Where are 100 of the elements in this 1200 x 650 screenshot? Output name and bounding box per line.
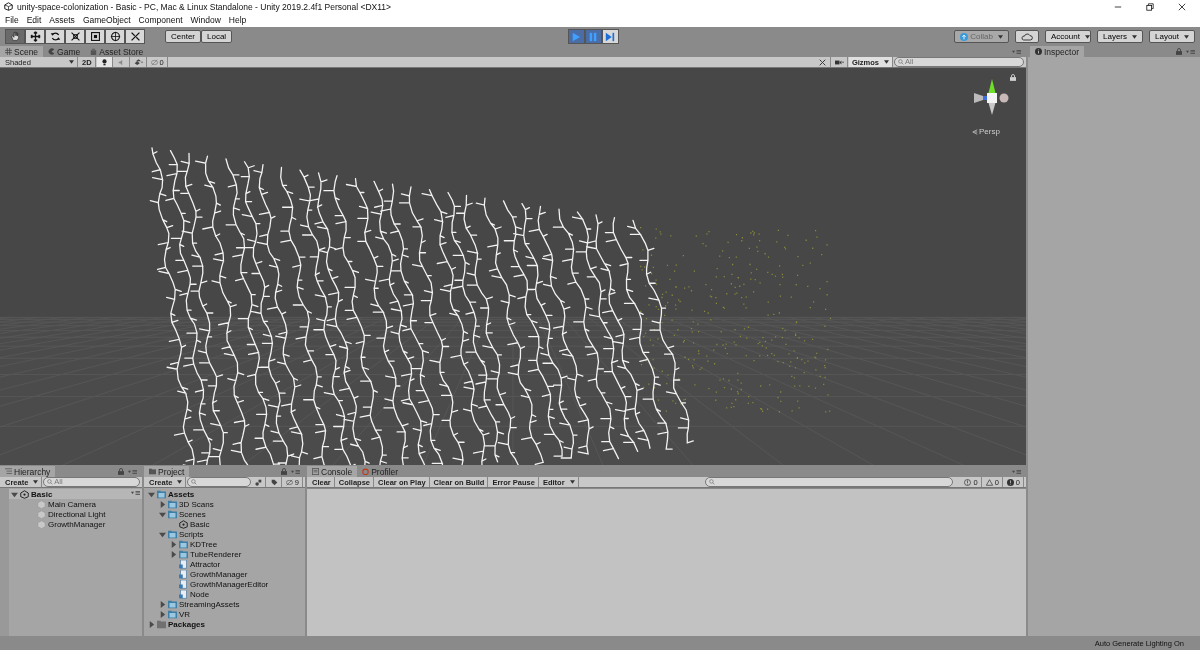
custom-tool-button[interactable] [125, 29, 145, 44]
rect-tool-icon [89, 31, 101, 42]
restore-icon[interactable] [1146, 2, 1154, 11]
unity-logo-icon [4, 2, 13, 11]
account-dropdown[interactable]: Account [1045, 30, 1091, 43]
info-icon [964, 478, 972, 486]
tree-item[interactable]: KDTree [190, 539, 218, 549]
folder-icon [149, 468, 156, 475]
tree-item[interactable]: Basic [190, 519, 210, 529]
expand-arrow-icon[interactable] [159, 530, 166, 538]
tree-item[interactable]: Packages [168, 619, 205, 629]
panel-tab[interactable]: Hierarchy [0, 466, 56, 477]
scale-tool-button[interactable] [65, 29, 85, 44]
projection-toggle[interactable]: Persp [972, 127, 1000, 136]
menu-item[interactable]: Help [224, 15, 251, 25]
hidden-eye-icon [285, 478, 293, 486]
search-icon [191, 479, 198, 485]
menu-item[interactable]: GameObject [78, 15, 135, 25]
tree-item[interactable]: StreamingAssets [179, 599, 240, 609]
panel-tab[interactable]: Console [307, 466, 358, 477]
tree-item[interactable]: Scripts [179, 529, 204, 539]
expand-arrow-icon[interactable] [159, 510, 166, 518]
panel-tab[interactable]: Inspector [1030, 46, 1084, 57]
folder-icon [179, 549, 188, 559]
tree-item[interactable]: VR [179, 609, 191, 619]
grid-icon [5, 48, 12, 55]
panel-menu-icon[interactable] [131, 490, 140, 495]
script-icon [179, 589, 188, 599]
lock-icon[interactable] [1010, 74, 1016, 81]
scale-icon [69, 31, 81, 42]
layout-dropdown[interactable]: Layout [1149, 30, 1195, 43]
transform-icon [109, 31, 121, 42]
expand-arrow-icon[interactable] [148, 490, 155, 498]
tree-item[interactable]: GrowthManager [48, 519, 106, 529]
shapes-icon [255, 478, 262, 486]
tree-item[interactable]: GrowthManagerEditor [190, 579, 269, 589]
tree-item[interactable]: Directional Light [48, 509, 106, 519]
close-icon[interactable] [1178, 2, 1186, 11]
expand-arrow-icon[interactable] [159, 500, 166, 508]
panel-menu-icon[interactable] [291, 469, 300, 474]
panel-menu-icon[interactable] [128, 469, 137, 474]
gauge-icon [362, 468, 370, 475]
menu-item[interactable]: File [1, 15, 23, 25]
rotate-tool-button[interactable] [45, 29, 65, 44]
tree-item[interactable]: Scenes [179, 509, 206, 519]
expand-arrow-icon[interactable] [170, 540, 177, 548]
dropdown-arrow-icon [884, 60, 889, 64]
panel-tab[interactable]: Project [144, 466, 190, 477]
lock-icon[interactable] [1176, 48, 1182, 55]
panel-tab[interactable]: Game [43, 46, 86, 57]
script-icon [179, 579, 188, 589]
rect-tool-button[interactable] [85, 29, 105, 44]
search-icon [898, 59, 904, 65]
panel-tab[interactable]: Profiler [357, 466, 404, 477]
expand-arrow-icon[interactable] [170, 550, 177, 558]
cloud-button[interactable] [1015, 30, 1039, 43]
transform-tool-button[interactable] [105, 29, 125, 44]
lock-icon[interactable] [118, 468, 124, 475]
lock-icon[interactable] [281, 468, 287, 475]
layers-dropdown[interactable]: Layers [1097, 30, 1143, 43]
tree-item[interactable]: GrowthManager [190, 569, 248, 579]
hidden-eye-icon [150, 58, 158, 66]
tree-item[interactable]: TubeRenderer [190, 549, 242, 559]
dropdown-arrow-icon [1132, 34, 1138, 39]
expand-arrow-icon[interactable] [148, 620, 155, 628]
search-field[interactable] [705, 477, 954, 487]
tree-item[interactable]: Main Camera [48, 499, 96, 509]
hand-tool-button[interactable] [5, 29, 25, 44]
panel-menu-icon[interactable] [1186, 49, 1195, 54]
menu-item[interactable]: Edit [22, 15, 46, 25]
menu-item[interactable]: Component [134, 15, 187, 25]
pivot-button[interactable]: Local [201, 30, 233, 43]
pause-icon [588, 31, 599, 42]
panel-tab[interactable]: Scene [0, 46, 44, 57]
console-icon [312, 468, 319, 475]
bag-icon [90, 48, 98, 55]
move-tool-button[interactable] [25, 29, 45, 44]
script-icon [179, 559, 188, 569]
tree-item[interactable]: 3D Scans [179, 499, 214, 509]
tree-item[interactable]: Node [190, 589, 210, 599]
panel-menu-icon[interactable] [1012, 469, 1021, 474]
pivot-button[interactable]: Center [165, 30, 201, 43]
panel-tab[interactable]: Asset Store [85, 46, 149, 57]
menu-item[interactable]: Window [186, 15, 225, 25]
scene-name[interactable]: Basic [31, 489, 53, 499]
panel-menu-icon[interactable] [1012, 49, 1021, 54]
tree-item[interactable]: Attractor [190, 559, 221, 569]
window-title: unity-space-colonization - Basic - PC, Mac & Linux Standalone - Unity 2019.2.4f1 Personal <DX11> [17, 1, 392, 12]
menu-item[interactable]: Assets [45, 15, 79, 25]
info-icon [1035, 48, 1042, 55]
folder-icon [157, 489, 166, 499]
tree-item[interactable]: Assets [168, 489, 195, 499]
expand-arrow-icon[interactable] [11, 490, 18, 498]
upload-icon [960, 32, 969, 41]
lighting-toggle[interactable] [96, 57, 113, 67]
search-field[interactable] [187, 477, 251, 487]
expand-arrow-icon[interactable] [159, 610, 166, 618]
light-bulb-icon [100, 58, 108, 66]
play-button[interactable] [567, 29, 585, 44]
expand-arrow-icon[interactable] [159, 600, 166, 608]
